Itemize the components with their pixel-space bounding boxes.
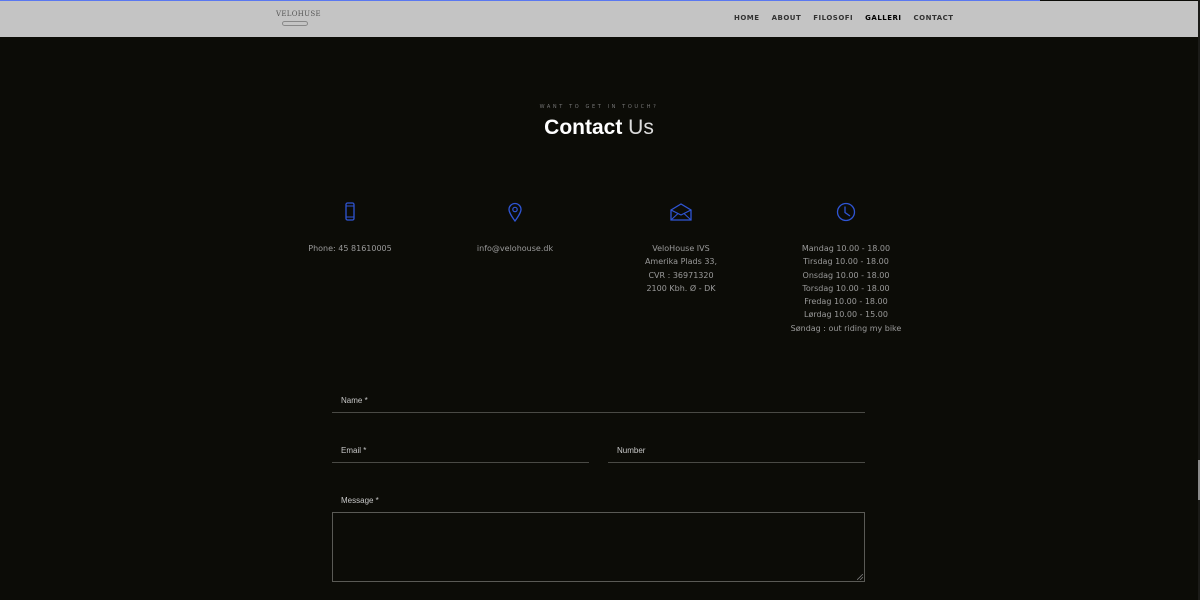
number-input[interactable]	[608, 442, 865, 462]
hours-line-2: Tirsdag 10.00 - 18.00	[803, 257, 889, 267]
phone-icon	[345, 202, 355, 221]
nav-filosofi[interactable]: FILOSOFI	[813, 14, 853, 22]
main-nav: HOME ABOUT FILOSOFI GALLERI CONTACT	[734, 14, 954, 22]
nav-contact[interactable]: CONTACT	[914, 14, 954, 22]
hours-line-3: Onsdag 10.00 - 18.00	[802, 270, 890, 280]
logo-text: VELOHUSE	[276, 10, 321, 18]
site-logo[interactable]: VELOHUSE	[276, 10, 321, 30]
resize-grip-icon[interactable]	[857, 574, 863, 580]
title-light: Us	[628, 116, 654, 139]
location-pin-icon	[508, 202, 522, 222]
envelope-icon	[670, 203, 692, 221]
hours-line-7: Søndag : out riding my bike	[790, 323, 902, 333]
name-underline	[332, 412, 865, 413]
hours-line-1: Mandag 10.00 - 18.00	[801, 244, 891, 253]
section-eyebrow: WANT TO GET IN TOUCH?	[539, 104, 659, 110]
page-title: Contact Us	[0, 116, 1198, 140]
nav-galleri[interactable]: GALLERI	[865, 14, 901, 22]
message-label: Message *	[341, 496, 379, 505]
email-input[interactable]	[332, 442, 589, 462]
number-underline	[608, 462, 865, 463]
name-input[interactable]	[332, 392, 865, 412]
email-underline	[332, 462, 589, 463]
title-bold: Contact	[544, 116, 623, 139]
contact-hours: Mandag 10.00 - 18.00 Tirsdag 10.00 - 18.…	[746, 202, 946, 335]
message-textarea[interactable]	[332, 512, 865, 582]
clock-icon	[836, 202, 856, 222]
hours-line-5: Fredag 10.00 - 18.00	[804, 297, 888, 307]
hours-line-6: Lørdag 10.00 - 15.00	[804, 310, 888, 320]
hours-line-4: Torsdag 10.00 - 18.00	[802, 283, 890, 293]
site-header: VELOHUSE HOME ABOUT FILOSOFI GALLERI CON…	[0, 1, 1198, 37]
nav-home[interactable]: HOME	[734, 14, 760, 22]
nav-about[interactable]: ABOUT	[772, 14, 802, 22]
logo-badge	[282, 21, 308, 26]
